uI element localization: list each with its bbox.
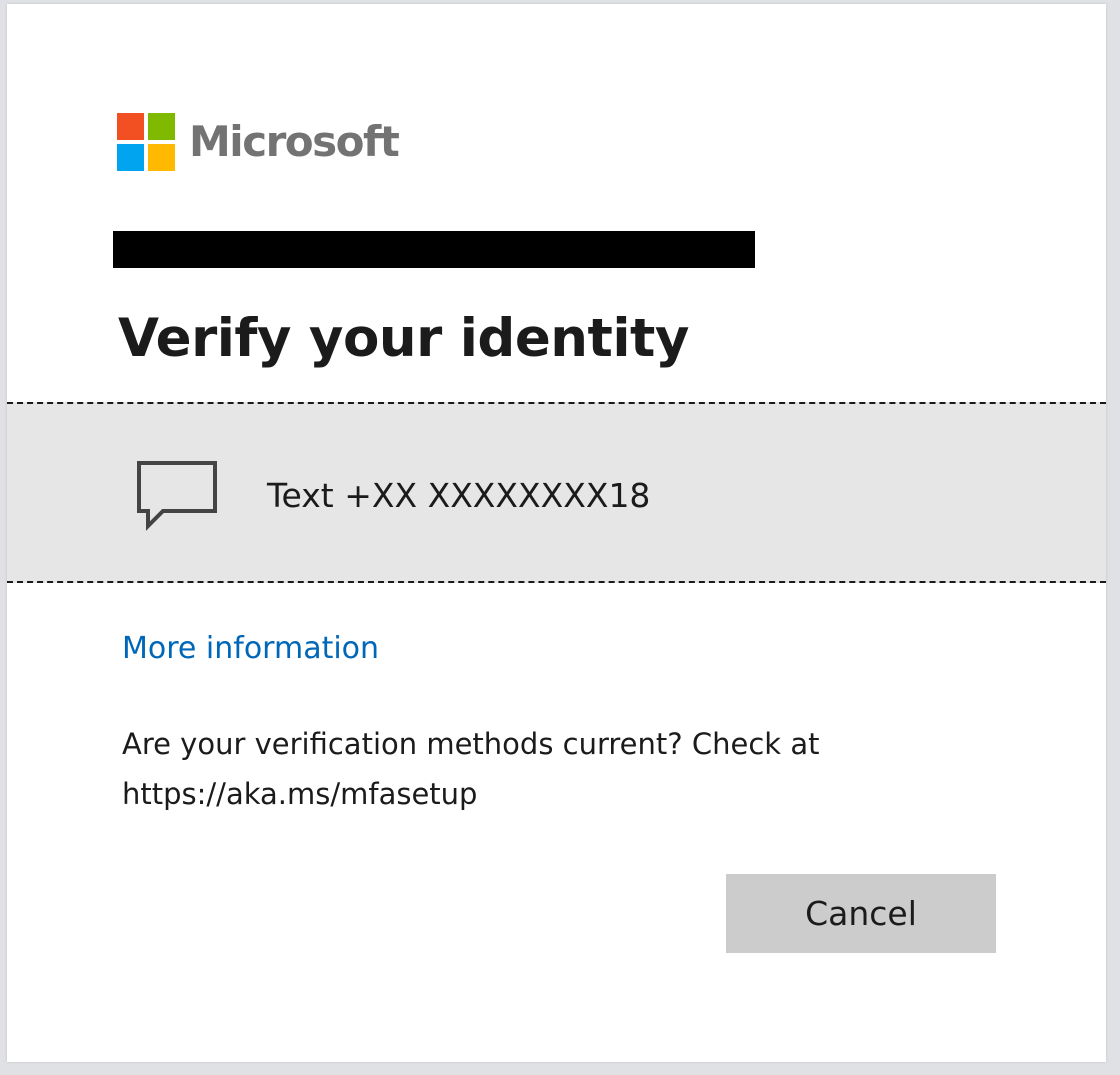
sign-in-card: Microsoft Verify your identity Text +XX …	[7, 4, 1106, 1062]
redacted-account-bar	[113, 231, 755, 268]
verification-method-text[interactable]: Text +XX XXXXXXXX18	[7, 402, 1106, 583]
logo-square-blue	[117, 144, 144, 171]
more-information-link[interactable]: More information	[122, 631, 379, 667]
logo-square-yellow	[148, 144, 175, 171]
logo-square-red	[117, 113, 144, 140]
chat-bubble-icon	[137, 461, 217, 531]
brand-name: Microsoft	[189, 117, 400, 166]
page-title: Verify your identity	[118, 308, 689, 369]
cancel-button[interactable]: Cancel	[726, 874, 996, 953]
verification-method-label: Text +XX XXXXXXXX18	[267, 476, 651, 515]
microsoft-logo-icon	[117, 113, 175, 171]
verification-notice: Are your verification methods current? C…	[122, 727, 820, 811]
logo-square-green	[148, 113, 175, 140]
microsoft-logo: Microsoft	[117, 113, 400, 171]
